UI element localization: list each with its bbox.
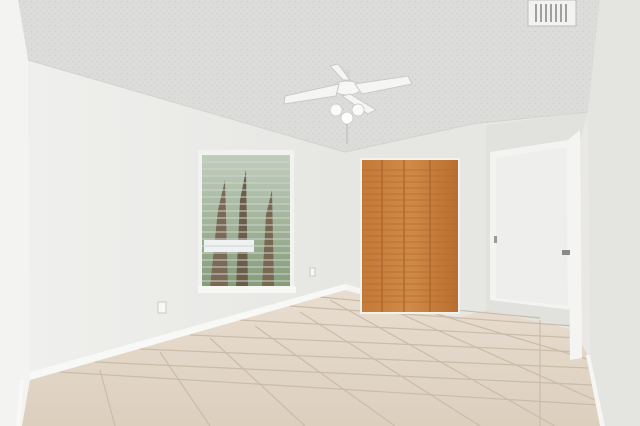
open-door	[568, 130, 582, 360]
door-handle	[562, 250, 570, 255]
vent-icon	[527, 0, 577, 27]
room-illustration	[0, 0, 640, 426]
closet-doors	[360, 158, 460, 314]
right-wall	[588, 0, 640, 426]
bedroom-scene	[0, 0, 640, 426]
left-wall-far	[0, 0, 30, 426]
outlet-icon	[157, 301, 167, 314]
window	[198, 150, 296, 293]
door-hinge-icon	[494, 236, 497, 243]
outlet-icon	[309, 267, 316, 277]
